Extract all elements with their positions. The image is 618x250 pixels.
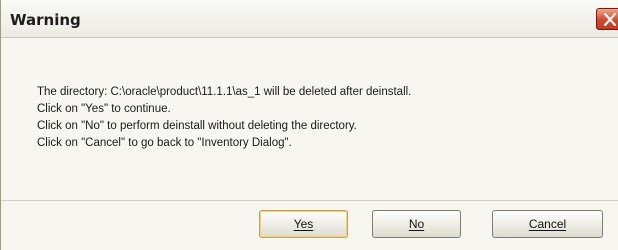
title-bar: Warning [1, 0, 618, 38]
message-text: The directory: C:\oracle\product\11.1.1\… [37, 84, 411, 152]
button-bar: Yes No Cancel [1, 200, 618, 250]
no-button[interactable]: No [372, 210, 461, 238]
message-line: Click on "Cancel" to go back to "Invento… [37, 137, 292, 149]
message-line: Click on "Yes" to continue. [37, 103, 171, 115]
warning-dialog: Warning The directory: C:\oracle\product… [0, 0, 618, 250]
cancel-button[interactable]: Cancel [492, 210, 603, 238]
dialog-title: Warning [10, 11, 81, 29]
close-icon [603, 13, 617, 26]
message-line: Click on "No" to perform deinstall witho… [37, 120, 357, 132]
close-button[interactable] [596, 8, 618, 30]
yes-button[interactable]: Yes [259, 210, 348, 238]
message-line: The directory: C:\oracle\product\11.1.1\… [37, 86, 412, 98]
